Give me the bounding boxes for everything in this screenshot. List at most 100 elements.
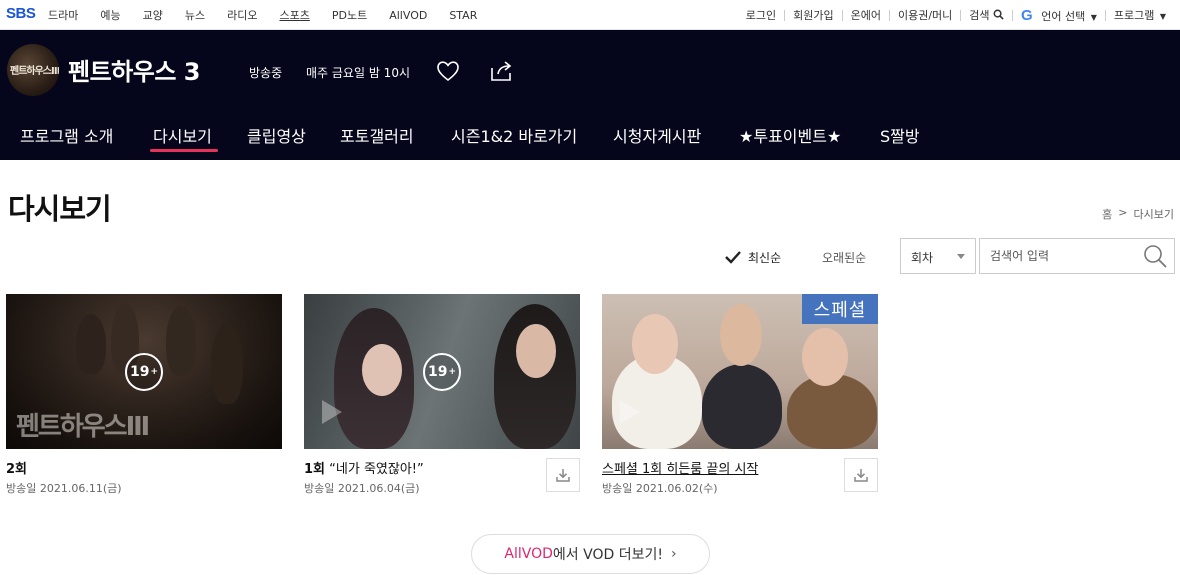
- cast-figure: [787, 374, 877, 449]
- tab-replay[interactable]: 다시보기: [153, 123, 212, 147]
- episode-thumbnail[interactable]: 펜트하우스Ⅲ 19 +: [6, 294, 282, 449]
- download-button[interactable]: [546, 458, 580, 492]
- nav-drama[interactable]: 드라마: [48, 7, 78, 23]
- cast-figure: [362, 344, 402, 396]
- sort-oldest-label: 오래된순: [822, 250, 867, 265]
- utility-nav: 로그인 회원가입 온에어 이용권/머니 검색 G 언어 선택 ▼ 프로그램 ▼: [738, 0, 1174, 30]
- age-rating-badge: 19 +: [423, 353, 461, 391]
- cast-figure: [632, 314, 678, 374]
- nav-radio[interactable]: 라디오: [227, 7, 257, 23]
- login-link[interactable]: 로그인: [738, 7, 784, 23]
- sort-newest-button[interactable]: 최신순: [724, 240, 781, 274]
- program-menu[interactable]: 프로그램 ▼: [1106, 7, 1174, 23]
- nav-allvod[interactable]: AllVOD: [389, 9, 427, 22]
- breadcrumb-current: 다시보기: [1133, 208, 1174, 221]
- nav-news[interactable]: 뉴스: [185, 7, 205, 23]
- sort-newest-label: 최신순: [748, 250, 782, 265]
- share-icon[interactable]: [489, 60, 515, 82]
- download-icon: [854, 469, 868, 482]
- search-link-label: 검색: [969, 9, 990, 22]
- episode-select-value: 회차: [911, 251, 934, 265]
- language-select[interactable]: G 언어 선택 ▼: [1013, 7, 1105, 24]
- global-nav-bar: SBS 드라마 예능 교양 뉴스 라디오 스포츠 PD노트 AllVOD STA…: [0, 0, 1180, 30]
- breadcrumb-separator: >: [1118, 206, 1128, 219]
- heart-icon[interactable]: [436, 60, 460, 82]
- cast-figure: [802, 328, 848, 386]
- play-icon: [322, 400, 342, 424]
- play-icon: [620, 400, 640, 424]
- onair-status: 방송중: [249, 66, 283, 80]
- nav-variety[interactable]: 예능: [100, 7, 120, 23]
- download-icon: [556, 469, 570, 482]
- page-title: 다시보기: [8, 192, 112, 226]
- nav-culture[interactable]: 교양: [143, 7, 163, 23]
- episode-number: 1회: [304, 462, 326, 477]
- tab-s-jjalbang[interactable]: S짤방: [880, 123, 920, 147]
- episode-date: 방송일 2021.06.04(금): [304, 482, 420, 495]
- episode-title[interactable]: 스페셜 1회 히든룸 끝의 시작: [602, 458, 758, 477]
- age-rating-value: 19: [427, 364, 448, 380]
- episode-select[interactable]: 회차: [900, 238, 976, 274]
- episode-thumbnail[interactable]: 19 +: [304, 294, 580, 449]
- broadcast-schedule: 매주 금요일 밤 10시: [306, 66, 410, 80]
- tab-clips[interactable]: 클립영상: [247, 123, 306, 147]
- episode-number: 스페셜 1회: [602, 462, 663, 477]
- special-badge: 스페셜: [802, 294, 878, 324]
- active-tab-indicator: [150, 149, 218, 152]
- search-icon[interactable]: [1142, 243, 1168, 269]
- caret-down-icon: [957, 254, 965, 259]
- program-header: 펜트하우스Ⅲ 펜트하우스 3 방송중 매주 금요일 밤 10시 프로그램 소개 …: [0, 30, 1180, 160]
- caret-down-icon: ▼: [1090, 12, 1097, 22]
- search-input[interactable]: [980, 239, 1140, 273]
- allvod-brand: AllVOD: [504, 546, 553, 562]
- google-icon: G: [1021, 6, 1033, 24]
- tab-viewer-board[interactable]: 시청자게시판: [613, 123, 701, 147]
- episode-title[interactable]: 2회: [6, 458, 27, 477]
- age-rating-plus: +: [448, 367, 457, 377]
- sbs-logo[interactable]: SBS: [6, 5, 36, 22]
- more-vod-label: 에서 VOD 더보기!: [552, 547, 663, 563]
- sort-oldest-button[interactable]: 오래된순: [822, 240, 866, 274]
- episode-watermark: 펜트하우스Ⅲ: [16, 412, 150, 442]
- download-button[interactable]: [844, 458, 878, 492]
- episode-card[interactable]: 스페셜 스페셜 1회 히든룸 끝의 시작 방송일 2021.06.02(수): [602, 294, 878, 495]
- search-link[interactable]: 검색: [961, 7, 1012, 23]
- breadcrumb-home[interactable]: 홈: [1102, 206, 1112, 222]
- program-title[interactable]: 펜트하우스 3: [68, 52, 200, 87]
- signup-link[interactable]: 회원가입: [785, 7, 841, 23]
- episode-card[interactable]: 19 + 1회 “네가 죽였잖아!” 방송일 2021.06.04(금): [304, 294, 580, 495]
- nav-sports[interactable]: 스포츠: [280, 7, 310, 23]
- check-icon: [725, 251, 741, 264]
- age-rating-plus: +: [150, 367, 159, 377]
- cast-figure: [720, 304, 762, 366]
- nav-star[interactable]: STAR: [449, 9, 477, 22]
- program-menu-bar: 프로그램 소개 다시보기 클립영상 포토갤러리 시즌1&2 바로가기 시청자게시…: [0, 120, 1180, 152]
- language-label: 언어 선택: [1041, 9, 1086, 23]
- program-thumbnail[interactable]: 펜트하우스Ⅲ: [7, 44, 59, 96]
- tab-season-link[interactable]: 시즌1&2 바로가기: [451, 123, 577, 147]
- global-nav: 드라마 예능 교양 뉴스 라디오 스포츠 PD노트 AllVOD STAR: [48, 0, 499, 30]
- episode-date: 방송일 2021.06.02(수): [602, 482, 718, 495]
- program-thumbnail-text: 펜트하우스Ⅲ: [10, 66, 59, 77]
- tab-vote-event[interactable]: ★투표이벤트★: [739, 123, 841, 147]
- nav-pdnote[interactable]: PD노트: [332, 7, 367, 23]
- cast-figure: [516, 324, 556, 378]
- episode-number: 2회: [6, 462, 28, 477]
- ticket-link[interactable]: 이용권/머니: [890, 7, 960, 23]
- episode-title[interactable]: 1회 “네가 죽였잖아!”: [304, 458, 424, 477]
- tab-program-intro[interactable]: 프로그램 소개: [20, 123, 113, 147]
- program-menu-label: 프로그램: [1113, 9, 1155, 22]
- episode-card[interactable]: 펜트하우스Ⅲ 19 + 2회 방송일 2021.06.11(금): [6, 294, 282, 495]
- cast-figure: [76, 314, 106, 374]
- episode-thumbnail[interactable]: 스페셜: [602, 294, 878, 449]
- breadcrumb: 홈 > 다시보기: [1102, 206, 1174, 222]
- age-rating-badge: 19 +: [125, 353, 163, 391]
- caret-down-icon: ▼: [1159, 12, 1166, 21]
- tab-photo-gallery[interactable]: 포토갤러리: [340, 123, 414, 147]
- more-vod-button[interactable]: AllVOD 에서 VOD 더보기! ›: [471, 534, 710, 574]
- cast-figure: [166, 306, 196, 376]
- onair-link[interactable]: 온에어: [843, 7, 889, 23]
- episode-date: 방송일 2021.06.11(금): [6, 482, 122, 495]
- age-rating-value: 19: [129, 364, 150, 380]
- cast-figure: [211, 324, 243, 404]
